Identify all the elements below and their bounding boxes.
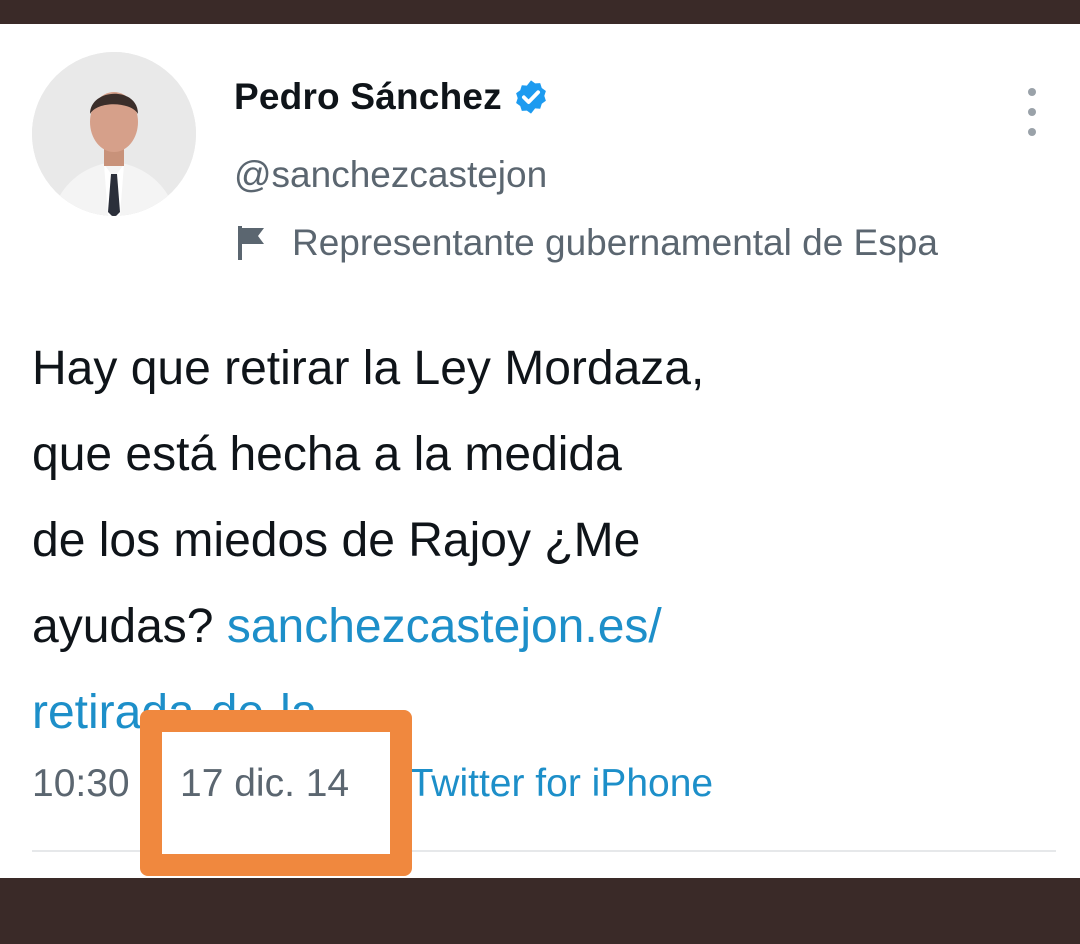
avatar-photo: [32, 52, 196, 216]
bottom-frame: [0, 878, 1080, 944]
tweet-line-2: que está hecha a la medida: [32, 428, 622, 481]
tweet-text: Hay que retirar la Ley Mordaza, que está…: [32, 326, 1012, 756]
verified-badge-icon: [512, 78, 550, 116]
avatar[interactable]: [32, 52, 196, 216]
tweet-link[interactable]: sanchezcastejon.es/: [227, 600, 662, 653]
tweet-line-1: Hay que retirar la Ley Mordaza,: [32, 342, 705, 395]
account-label-row: Representante gubernamental de Espa: [234, 222, 938, 264]
account-label: Representante gubernamental de Espa: [292, 222, 938, 263]
flag-icon: [234, 224, 268, 262]
top-frame: [0, 0, 1080, 24]
author-handle[interactable]: @sanchezcastejon: [234, 154, 547, 196]
tweet-date: 17 dic. 14: [180, 762, 350, 805]
author-name[interactable]: Pedro Sánchez: [234, 76, 502, 118]
tweet-line-3: de los miedos de Rajoy ¿Me: [32, 514, 641, 567]
tweet-line-4: ayudas? sanchezcastejon.es/: [32, 584, 1012, 670]
tweet-line-4-text: ayudas?: [32, 600, 227, 653]
more-vertical-icon[interactable]: [1018, 82, 1046, 146]
tweet-time: 10:30: [32, 762, 130, 805]
tweet-source[interactable]: Twitter for iPhone: [410, 762, 713, 806]
author-row: Pedro Sánchez: [234, 76, 550, 118]
